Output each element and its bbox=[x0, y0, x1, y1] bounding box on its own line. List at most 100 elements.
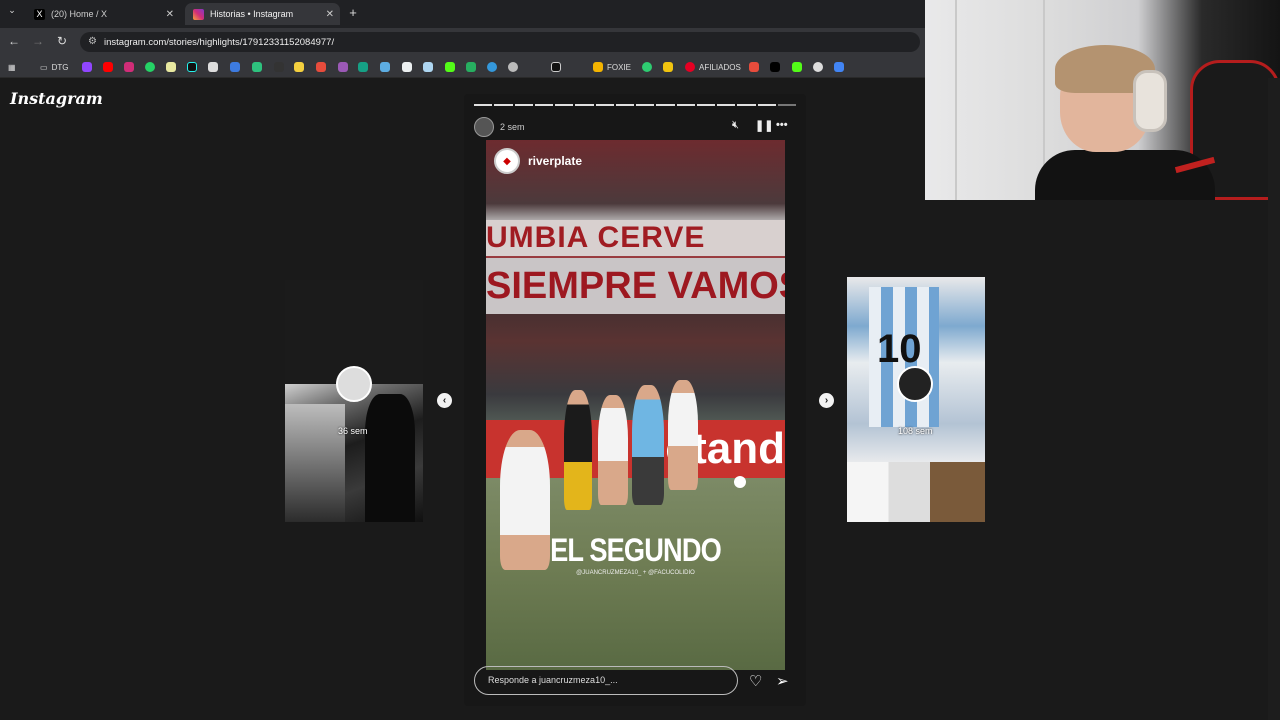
previous-story-button[interactable]: ‹ bbox=[437, 393, 452, 408]
heart-icon[interactable]: ♡ bbox=[749, 672, 762, 690]
side-left-time: 36 sem bbox=[338, 426, 368, 436]
player-figure bbox=[668, 380, 698, 490]
bookmark-icon bbox=[338, 62, 348, 72]
tab-instagram[interactable]: Historias • Instagram ✕ bbox=[185, 3, 340, 25]
reload-button[interactable]: ↻ bbox=[54, 34, 70, 48]
bookmark-misc-11[interactable] bbox=[402, 61, 412, 73]
bookmark-misc-17[interactable] bbox=[663, 61, 673, 73]
youtube-icon bbox=[103, 62, 113, 72]
bookmark-kick-2[interactable] bbox=[792, 61, 802, 73]
progress-segment bbox=[615, 104, 634, 106]
bookmark-icon bbox=[274, 62, 284, 72]
back-button[interactable]: ← bbox=[6, 34, 22, 48]
bookmark-youtube[interactable] bbox=[103, 61, 113, 73]
bookmark-icon bbox=[166, 62, 176, 72]
bookmark-icon bbox=[813, 62, 823, 72]
x-icon bbox=[770, 62, 780, 72]
bookmark-icon bbox=[663, 62, 673, 72]
bookmark-misc-12[interactable] bbox=[423, 61, 433, 73]
close-tab-icon[interactable]: ✕ bbox=[326, 9, 334, 20]
story-time: 2 sem bbox=[500, 122, 525, 132]
tab-search-icon[interactable]: ⌄ bbox=[4, 5, 20, 16]
story-owner-avatar[interactable] bbox=[474, 117, 494, 137]
bookmark-twitch[interactable] bbox=[82, 61, 92, 73]
progress-segment bbox=[494, 104, 513, 106]
side-left-avatar bbox=[336, 366, 372, 402]
bookmark-docs[interactable] bbox=[834, 61, 844, 73]
send-icon[interactable]: ➢ bbox=[776, 672, 789, 690]
tiktok-icon bbox=[187, 62, 197, 72]
side-story-left[interactable] bbox=[285, 384, 423, 522]
bookmark-tiktok[interactable] bbox=[187, 61, 197, 73]
player-figure bbox=[564, 390, 592, 510]
stadium-banner-middle: SIEMPRE VAMOS A ES bbox=[486, 258, 785, 314]
bookmark-icon bbox=[230, 62, 240, 72]
bookmark-globe[interactable] bbox=[508, 61, 518, 73]
bookmark-misc-6[interactable] bbox=[294, 61, 304, 73]
progress-segment bbox=[737, 104, 756, 106]
story-progress-bar bbox=[474, 104, 796, 107]
progress-segment bbox=[757, 104, 776, 106]
tab-label: Historias • Instagram bbox=[210, 9, 294, 19]
pinterest-icon bbox=[685, 62, 695, 72]
bookmark-kick[interactable] bbox=[445, 61, 455, 73]
progress-segment bbox=[656, 104, 675, 106]
bookmark-misc-15[interactable] bbox=[551, 61, 561, 73]
bookmark-instagram[interactable] bbox=[124, 61, 134, 73]
bookmark-misc-7[interactable] bbox=[316, 61, 326, 73]
next-story-button[interactable]: › bbox=[819, 393, 834, 408]
bookmark-misc-3[interactable] bbox=[230, 61, 240, 73]
instagram-logo[interactable]: Instagram bbox=[10, 89, 103, 108]
story-user[interactable]: ◆ riverplate bbox=[494, 148, 582, 174]
progress-segment bbox=[636, 104, 655, 106]
bookmark-misc-18[interactable] bbox=[749, 61, 759, 73]
bookmark-misc-10[interactable] bbox=[380, 61, 390, 73]
globe-icon bbox=[508, 62, 518, 72]
progress-segment bbox=[534, 104, 553, 106]
bookmark-label: AFILIADOS bbox=[699, 62, 741, 72]
reply-input[interactable]: Responde a juancruzmeza10_... bbox=[474, 666, 738, 695]
bookmark-misc-19[interactable] bbox=[813, 61, 823, 73]
bookmark-icon bbox=[749, 62, 759, 72]
progress-segment bbox=[777, 104, 796, 106]
bookmark-misc-1[interactable] bbox=[166, 61, 176, 73]
pause-icon[interactable]: ❚❚ bbox=[755, 119, 773, 132]
mute-icon[interactable]: 🔇︎ bbox=[732, 119, 739, 132]
bookmark-afiliados[interactable]: AFILIADOS bbox=[685, 61, 741, 73]
ball bbox=[734, 476, 746, 488]
new-tab-button[interactable]: + bbox=[345, 5, 361, 20]
bookmark-foxie[interactable]: FOXIE bbox=[593, 61, 631, 73]
whatsapp-icon bbox=[145, 62, 155, 72]
player-figure bbox=[598, 395, 628, 505]
bookmark-icon bbox=[487, 62, 497, 72]
headset-icon bbox=[1133, 70, 1167, 132]
bookmark-misc-4[interactable] bbox=[252, 61, 262, 73]
site-info-icon[interactable]: ⚙ bbox=[88, 36, 97, 47]
apps-icon[interactable]: ▦ bbox=[8, 61, 16, 73]
bookmark-misc-16[interactable] bbox=[642, 61, 652, 73]
bookmark-misc-2[interactable] bbox=[208, 61, 218, 73]
bookmark-misc-9[interactable] bbox=[358, 61, 368, 73]
bookmark-misc-8[interactable] bbox=[338, 61, 348, 73]
bookmark-x[interactable] bbox=[770, 61, 780, 73]
tab-x-home[interactable]: X (20) Home / X ✕ bbox=[26, 3, 180, 25]
story-media[interactable]: UMBIA CERVE SIEMPRE VAMOS A ES ootand bbox=[486, 140, 785, 670]
bookmark-misc-14[interactable] bbox=[487, 61, 497, 73]
bookmark-misc-13[interactable] bbox=[466, 61, 476, 73]
story-username[interactable]: riverplate bbox=[528, 154, 582, 168]
close-tab-icon[interactable]: ✕ bbox=[166, 9, 174, 20]
bookmark-whatsapp[interactable] bbox=[145, 61, 155, 73]
twitch-icon bbox=[82, 62, 92, 72]
address-bar[interactable]: ⚙ instagram.com/stories/highlights/17912… bbox=[80, 32, 920, 52]
folder-icon: ▭ bbox=[40, 62, 48, 72]
more-icon[interactable]: ••• bbox=[776, 119, 788, 131]
progress-segment bbox=[474, 104, 493, 106]
kick-icon bbox=[792, 62, 802, 72]
page-scrollbar[interactable] bbox=[1268, 78, 1280, 720]
bookmark-icon bbox=[294, 62, 304, 72]
bookmark-misc-5[interactable] bbox=[274, 61, 284, 73]
bookmark-icon bbox=[358, 62, 368, 72]
bookmark-folder-dtg[interactable]: ▭ DTG bbox=[40, 61, 68, 73]
story-credits: @JUANCRUZMEZA10_ + @FACUCOLIDIO bbox=[576, 570, 695, 576]
forward-button[interactable]: → bbox=[30, 34, 46, 48]
